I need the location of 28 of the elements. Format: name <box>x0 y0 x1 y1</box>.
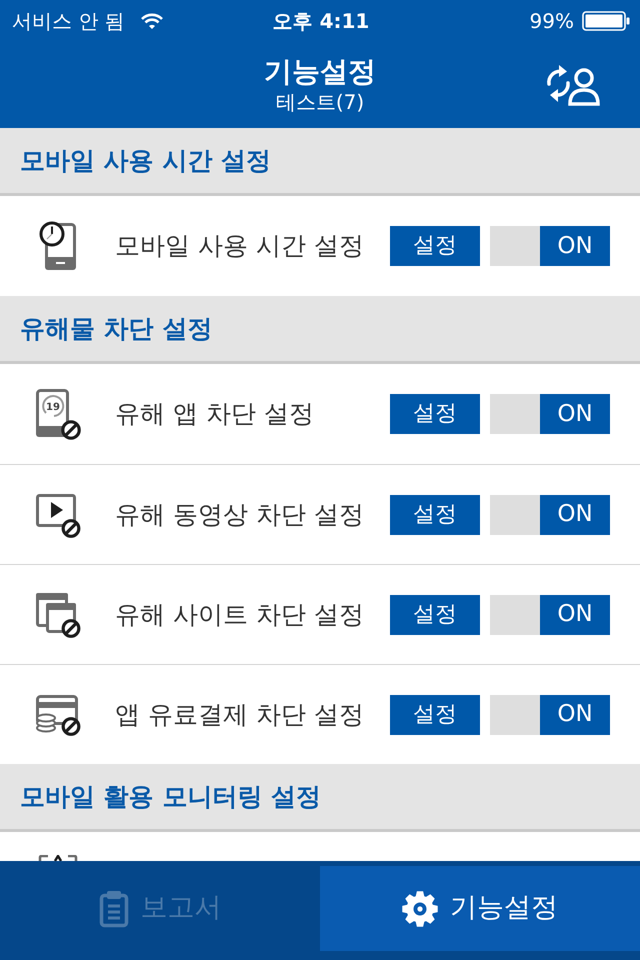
phone-clock-icon <box>39 221 77 271</box>
settings-button[interactable]: 설정 <box>390 494 480 534</box>
card-coins-blocked-icon <box>35 694 81 736</box>
tab-button[interactable]: 기능설정 <box>320 866 640 951</box>
setting-label: 유해 동영상 차단 설정 <box>115 498 365 531</box>
clipboard-icon <box>98 890 128 928</box>
battery-percent: 99% <box>530 11 574 31</box>
setting-label: 모바일 사용 시간 설정 <box>115 230 365 262</box>
sync-user-icon[interactable] <box>544 63 600 107</box>
setting-label: 유해 앱 차단 설정 <box>115 398 315 430</box>
gear-icon <box>402 890 438 926</box>
battery-icon <box>582 11 630 31</box>
screen-title: 기능설정 <box>264 55 376 89</box>
section-header: 유해물 차단 설정 <box>0 296 640 364</box>
wifi-icon <box>140 13 163 29</box>
section-header: 모바일 사용 시간 설정 <box>0 128 640 196</box>
settings-button[interactable]: 설정 <box>390 226 480 266</box>
setting-label: 앱 유료결제 차단 설정 <box>115 698 365 731</box>
carrier-text: 서비스 안 됨 <box>12 11 125 31</box>
settings-button[interactable]: 설정 <box>390 694 480 734</box>
settings-button[interactable]: 설정 <box>390 394 480 434</box>
clock-text: 오후 4:11 <box>272 11 370 31</box>
video-blocked-icon <box>35 492 81 538</box>
settings-button[interactable]: 설정 <box>390 594 480 634</box>
section-header: 모바일 활용 모니터링 설정 <box>0 764 640 832</box>
screen-subtitle: 테스트(7) <box>274 88 366 115</box>
setting-label: 유해 사이트 차단 설정 <box>115 598 365 631</box>
windows-blocked-icon <box>35 592 81 638</box>
